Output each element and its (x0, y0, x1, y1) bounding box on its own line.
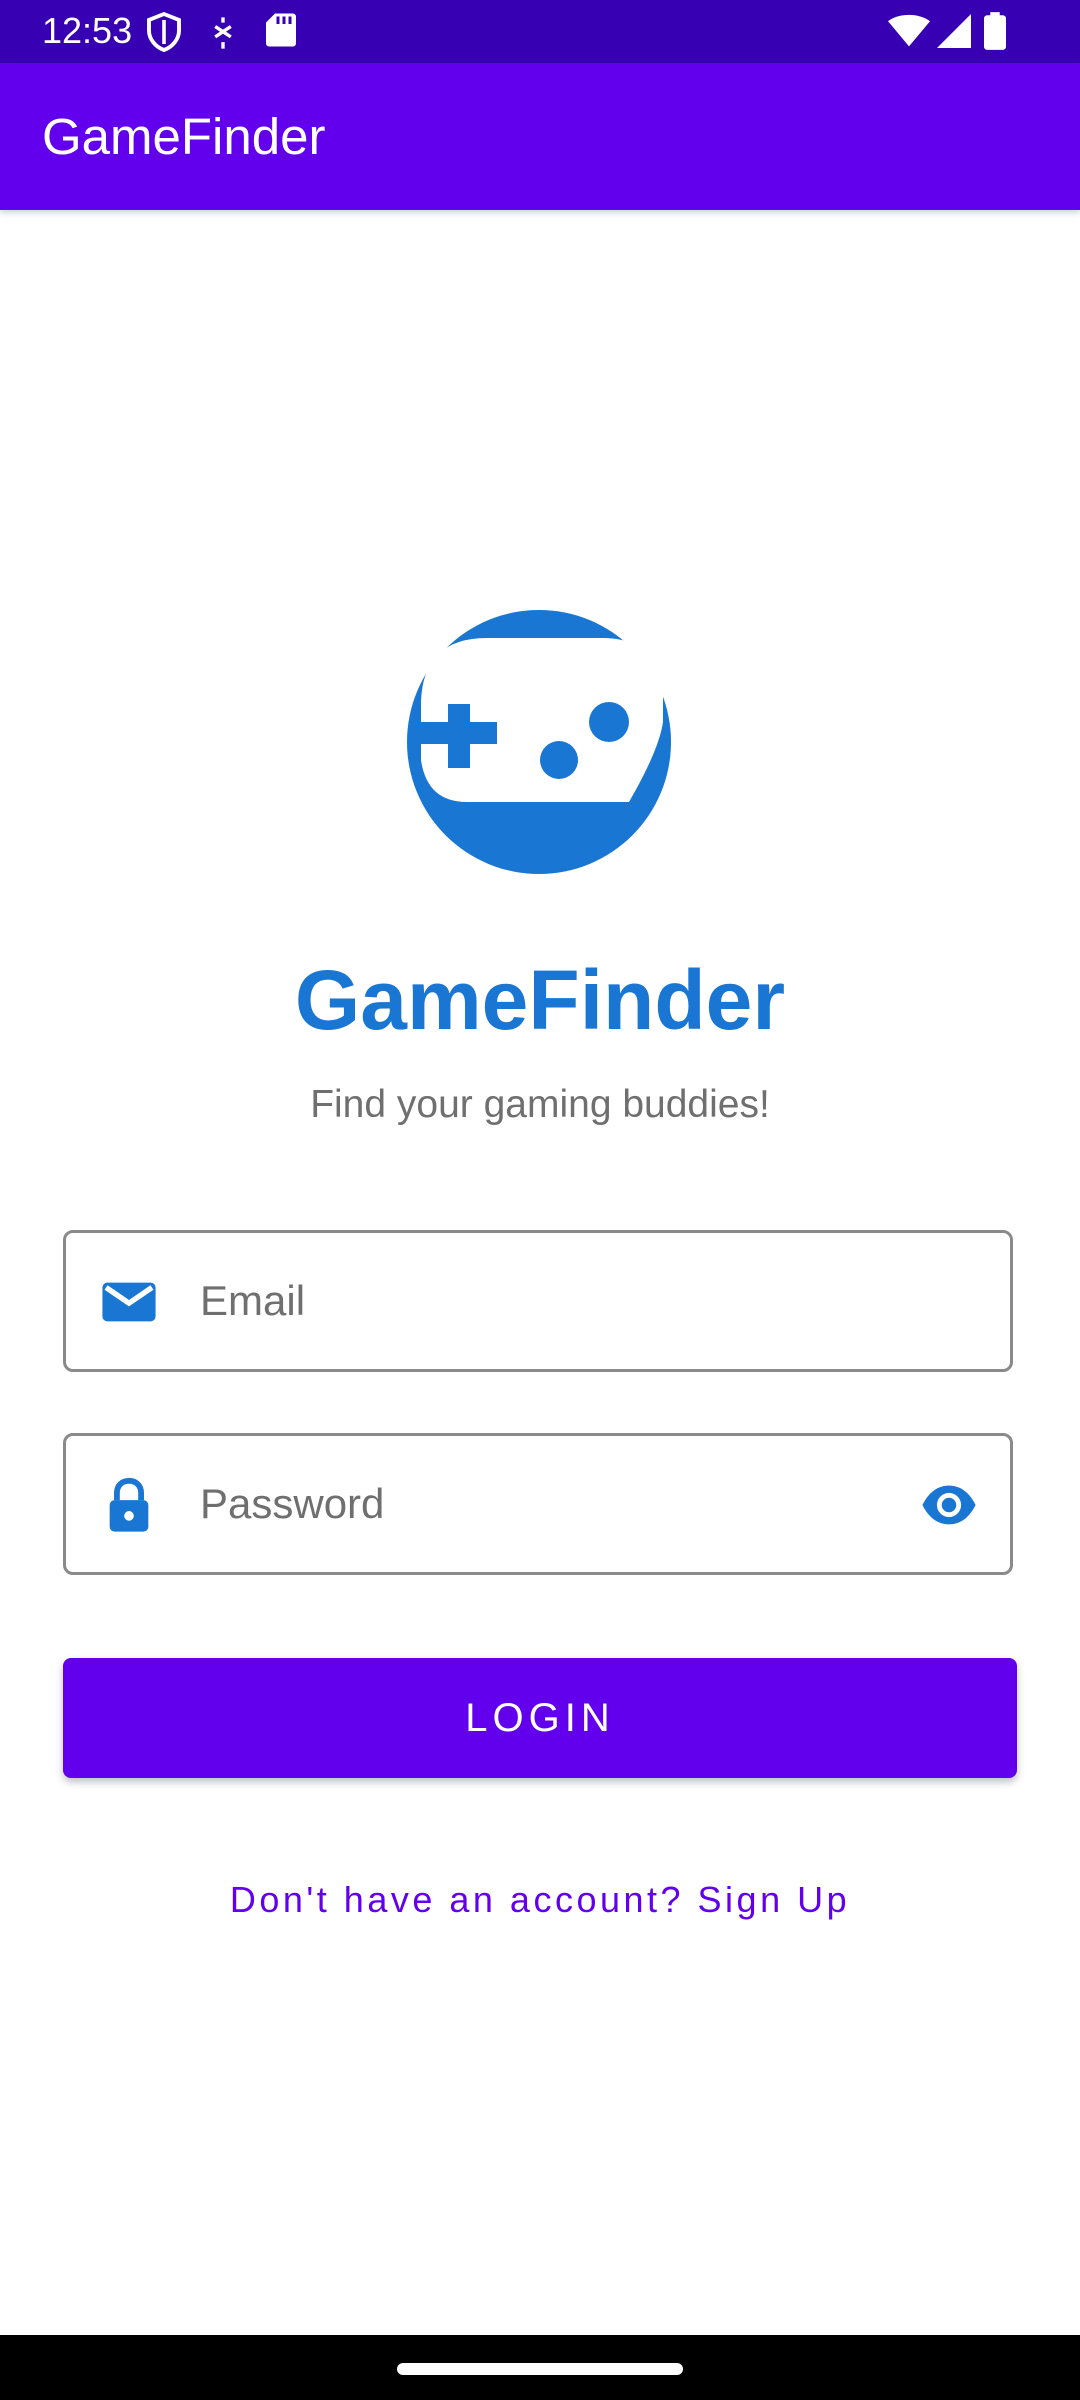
email-input[interactable] (200, 1261, 860, 1341)
email-icon (102, 1282, 156, 1322)
gamepad-icon (407, 610, 671, 874)
signup-link[interactable]: Don't have an account? Sign Up (0, 1870, 1080, 1930)
password-field[interactable] (63, 1433, 1013, 1575)
wifi-icon (888, 14, 930, 47)
notification-icon (214, 17, 232, 49)
status-time: 12:53 (42, 10, 133, 51)
tagline: Find your gaming buddies! (310, 1083, 770, 1126)
status-bar: 12:53 (0, 0, 1080, 63)
lock-icon (109, 1477, 149, 1532)
email-field[interactable] (63, 1230, 1013, 1372)
navigation-bar (0, 2335, 1080, 2400)
home-indicator[interactable] (397, 2363, 683, 2375)
login-screen: 12:53 GameFinder GameFinder Find your ga… (0, 0, 1080, 2400)
battery-icon (984, 12, 1006, 50)
brand-title: GameFinder (294, 953, 786, 1047)
sd-card-icon (266, 13, 296, 47)
login-button[interactable]: LOGIN (63, 1658, 1017, 1778)
password-input[interactable] (200, 1464, 860, 1544)
app-bar-title: GameFinder (42, 108, 326, 165)
app-bar: GameFinder (0, 63, 1080, 210)
signal-icon (937, 14, 971, 48)
shield-icon (147, 12, 181, 52)
eye-icon[interactable] (918, 1476, 980, 1534)
